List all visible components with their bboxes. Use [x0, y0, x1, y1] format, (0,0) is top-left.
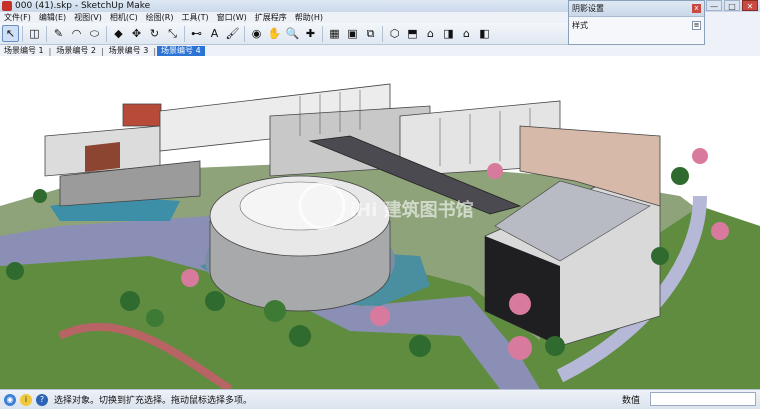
scene-tab-4[interactable]: 场景编号 4 — [157, 46, 205, 56]
status-bar: ◉ i ? 选择对象。切换到扩充选择。拖动鼠标选择多项。 数值 — [0, 389, 760, 409]
minimize-button[interactable]: — — [706, 0, 722, 11]
pan-icon[interactable]: ✋ — [266, 25, 283, 42]
pencil-icon[interactable]: ✎ — [50, 25, 67, 42]
warehouse-icon[interactable]: ▦ — [326, 25, 343, 42]
toolbar-separator — [322, 25, 323, 42]
menu-file[interactable]: 文件(F) — [0, 12, 35, 23]
back-view-icon[interactable]: ⌂ — [458, 25, 475, 42]
iso-view-icon[interactable]: ⬡ — [386, 25, 403, 42]
maximize-button[interactable]: □ — [724, 0, 740, 11]
menu-view[interactable]: 视图(V) — [70, 12, 106, 23]
credits-icon[interactable]: i — [20, 393, 32, 406]
toolbar-separator — [382, 25, 383, 42]
toolbar-separator — [184, 25, 185, 42]
zoom-icon[interactable]: 🔍 — [284, 25, 301, 42]
menu-extensions[interactable]: 扩展程序 — [251, 12, 291, 23]
zoom-extents-icon[interactable]: ✚ — [302, 25, 319, 42]
pushpull-icon[interactable]: ◆ — [110, 25, 127, 42]
scene-tab-2[interactable]: 场景编号 2 — [52, 46, 100, 56]
scene-tab-1[interactable]: 场景编号 1 — [0, 46, 48, 56]
panel-title: 阴影设置 — [572, 4, 604, 13]
close-button[interactable]: ✕ — [742, 0, 758, 11]
toolbar-separator — [22, 25, 23, 42]
toolbar-separator — [244, 25, 245, 42]
styles-section[interactable]: 样式 ≡ — [569, 17, 704, 33]
sketchup-window: 000 (41).skp - SketchUp Make — □ ✕ 文件(F)… — [0, 0, 760, 409]
toolbar-separator — [46, 25, 47, 42]
menu-draw[interactable]: 绘图(R) — [142, 12, 178, 23]
scale-icon[interactable]: ⤡ — [164, 25, 181, 42]
panel-close-icon[interactable]: x — [692, 4, 701, 13]
measurements-input[interactable] — [650, 392, 756, 406]
menu-camera[interactable]: 相机(C) — [106, 12, 142, 23]
menu-tools[interactable]: 工具(T) — [178, 12, 213, 23]
scene-tabs: 场景编号 1 | 场景编号 2 | 场景编号 3 | 场景编号 4 — [0, 45, 568, 56]
front-view-icon[interactable]: ⌂ — [422, 25, 439, 42]
sketchup-logo-icon — [2, 1, 12, 11]
arc-icon[interactable]: ◠ — [68, 25, 85, 42]
menu-bar: 文件(F) 编辑(E) 视图(V) 相机(C) 绘图(R) 工具(T) 窗口(W… — [0, 12, 568, 23]
main-toolbar: ↖ ◫ ✎ ◠ ⬭ ◆ ✥ ↻ ⤡ ⊷ A 🖌 ◉ ✋ 🔍 ✚ ▦ ▣ ⧉ ⬡ ⬒ ⌂ ◨ ⌂ ◧ — [0, 23, 568, 45]
measurements-label: 数值 — [622, 396, 641, 406]
campus-model-render — [0, 56, 760, 389]
orbit-icon[interactable]: ◉ — [248, 25, 265, 42]
share-model-icon[interactable]: ▣ — [344, 25, 361, 42]
scene-tab-3[interactable]: 场景编号 3 — [105, 46, 153, 56]
left-view-icon[interactable]: ◧ — [476, 25, 493, 42]
extension-icon[interactable]: ⧉ — [362, 25, 379, 42]
select-icon[interactable]: ↖ — [2, 25, 19, 42]
menu-edit[interactable]: 编辑(E) — [35, 12, 70, 23]
paint-icon[interactable]: 🖌 — [224, 25, 241, 42]
section-expand-icon[interactable]: ≡ — [692, 20, 701, 30]
help-icon[interactable]: ? — [36, 393, 48, 406]
status-message: 选择对象。切换到扩充选择。拖动鼠标选择多项。 — [54, 396, 253, 406]
rotate-icon[interactable]: ↻ — [146, 25, 163, 42]
window-controls: — □ ✕ — [706, 0, 758, 11]
move-icon[interactable]: ✥ — [128, 25, 145, 42]
tape-icon[interactable]: ⊷ — [188, 25, 205, 42]
menu-help[interactable]: 帮助(H) — [291, 12, 327, 23]
eraser-icon[interactable]: ◫ — [26, 25, 43, 42]
watermark-text: iHi 建筑图书馆 — [350, 200, 474, 221]
geolocation-icon[interactable]: ◉ — [4, 393, 16, 406]
shadow-settings-header[interactable]: 阴影设置 x — [569, 1, 704, 17]
model-viewport[interactable]: iHi 建筑图书馆 — [0, 56, 760, 389]
window-title: 000 (41).skp - SketchUp Make — [15, 1, 151, 11]
toolbar-separator — [106, 25, 107, 42]
menu-window[interactable]: 窗口(W) — [213, 12, 251, 23]
default-tray-panel: 阴影设置 x 样式 ≡ — [568, 0, 705, 45]
top-view-icon[interactable]: ⬒ — [404, 25, 421, 42]
text-icon[interactable]: A — [206, 25, 223, 42]
shape-icon[interactable]: ⬭ — [86, 25, 103, 42]
right-view-icon[interactable]: ◨ — [440, 25, 457, 42]
styles-label: 样式 — [572, 20, 588, 30]
